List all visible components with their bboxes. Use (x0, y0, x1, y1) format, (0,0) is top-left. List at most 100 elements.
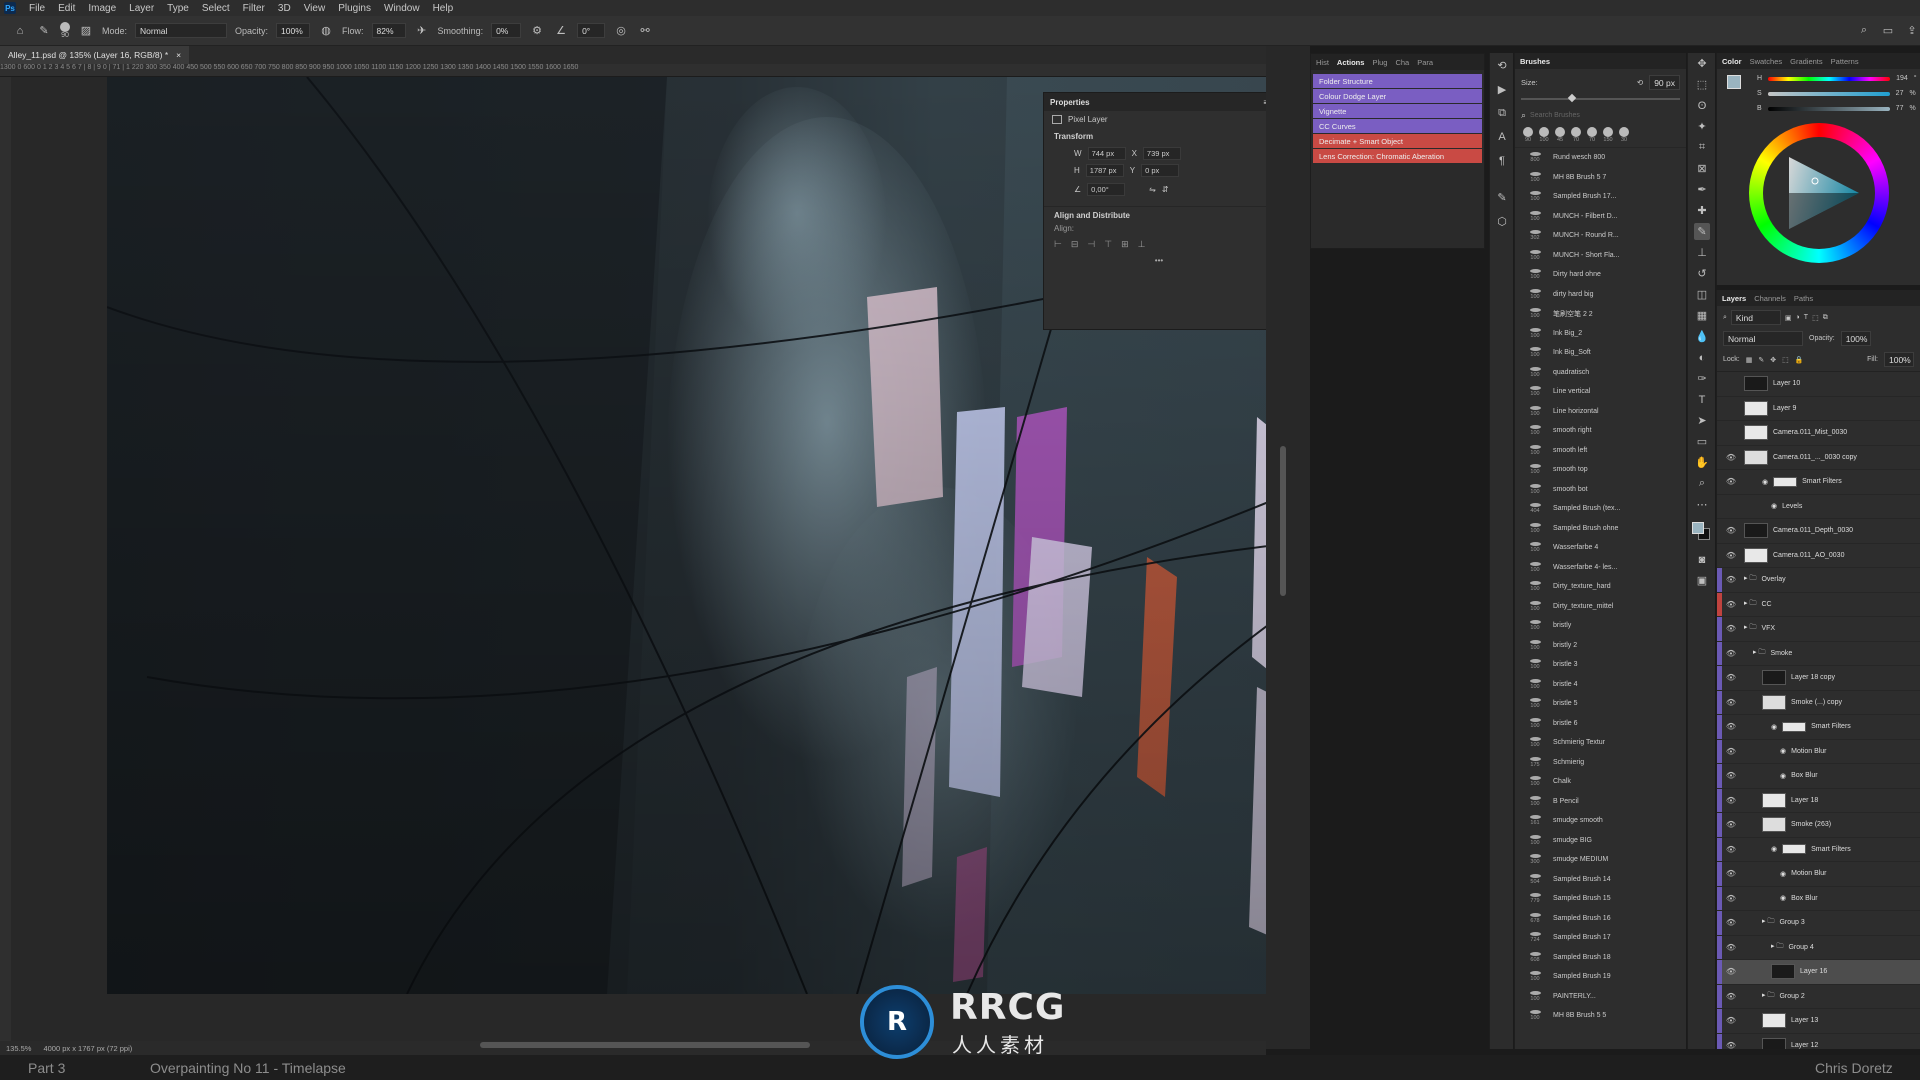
vertical-scrollbar[interactable] (1280, 446, 1286, 596)
visibility-eye-icon[interactable]: 👁 (1722, 967, 1740, 976)
3d-icon[interactable]: ⬡ (1494, 213, 1510, 229)
brush-item[interactable]: 100 Schmierig Textur (1515, 733, 1686, 753)
smart-filter-icon[interactable]: ◉ (1762, 478, 1768, 486)
layer-row[interactable]: 👁 ▸ 🗀 Group 2 (1717, 984, 1920, 1009)
layer-row[interactable]: 👁 Layer 18 (1717, 788, 1920, 813)
layer-name[interactable]: Smoke (1770, 650, 1792, 657)
pressure-size-icon[interactable]: ◎ (613, 23, 629, 39)
layer-row[interactable]: 👁 Camera.011_AO_0030 (1717, 544, 1920, 568)
brush-tool-active-icon[interactable]: ✎ (1694, 223, 1710, 240)
type-tool-icon[interactable]: T (1694, 391, 1710, 408)
tab-layers[interactable]: Layers (1722, 294, 1746, 303)
brush-item[interactable]: 100 Dirty_texture_mittel (1515, 597, 1686, 617)
brush-preset[interactable]: 45 (1555, 127, 1565, 143)
layer-name[interactable]: Motion Blur (1791, 748, 1826, 755)
layer-thumbnail[interactable] (1762, 1037, 1786, 1049)
menu-edit[interactable]: Edit (58, 3, 75, 14)
folder-icon[interactable]: ▸ 🗀 (1744, 623, 1756, 634)
layer-name[interactable]: Levels (1782, 503, 1802, 510)
brush-item[interactable]: 100 Dirty hard ohne (1515, 265, 1686, 285)
layer-thumbnail[interactable] (1744, 523, 1768, 539)
visibility-eye-icon[interactable]: 👁 (1722, 600, 1740, 609)
layer-thumbnail[interactable] (1744, 425, 1768, 441)
layer-name[interactable]: Group 2 (1779, 993, 1804, 1000)
layer-name[interactable]: Layer 16 (1800, 968, 1827, 975)
paragraph-icon[interactable]: ¶ (1494, 153, 1510, 169)
home-icon[interactable]: ⌂ (12, 23, 28, 39)
lock-position-icon[interactable]: ✥ (1770, 356, 1776, 364)
layer-row[interactable]: 👁 Smoke (263) (1717, 813, 1920, 838)
filter-shape-icon[interactable]: ⬚ (1812, 314, 1819, 322)
layer-thumbnail[interactable] (1762, 1013, 1786, 1029)
folder-icon[interactable]: ▸ 🗀 (1744, 599, 1756, 610)
filter-mask-thumbnail[interactable] (1782, 844, 1807, 855)
layer-name[interactable]: Layer 18 copy (1791, 674, 1835, 681)
canvas-area[interactable]: Properties ≡ Pixel Layer Transform W 744… (11, 77, 1266, 1041)
brush-item[interactable]: 100 quadratisch (1515, 363, 1686, 383)
saturation-value[interactable]: 27 (1896, 90, 1904, 97)
visibility-eye-icon[interactable]: 👁 (1722, 796, 1740, 805)
character-icon[interactable]: A (1494, 129, 1510, 145)
layer-row[interactable]: 👁 Camera.011_..._0030 copy (1717, 446, 1920, 470)
brush-item[interactable]: 100 smooth right (1515, 421, 1686, 441)
saturation-triangle[interactable] (1775, 149, 1863, 237)
brush-item[interactable]: 100 MH 8B Brush 5 7 (1515, 168, 1686, 188)
lock-artboard-icon[interactable]: ⬚ (1782, 356, 1789, 364)
visibility-eye-icon[interactable]: 👁 (1722, 698, 1740, 707)
layer-row[interactable]: ◉ Levels (1717, 495, 1920, 519)
layer-name[interactable]: Layer 9 (1773, 405, 1796, 412)
visibility-eye-icon[interactable]: 👁 (1722, 894, 1740, 903)
flip-vertical-icon[interactable]: ⇵ (1162, 185, 1169, 194)
align-center-icon[interactable]: ⊟ (1071, 239, 1079, 250)
folder-icon[interactable]: ▸ 🗀 (1762, 991, 1774, 1002)
layer-row[interactable]: 👁 ◉ Motion Blur (1717, 739, 1920, 764)
brush-item[interactable]: 100 Ink Big_2 (1515, 324, 1686, 344)
pen-tool-icon[interactable]: ✑ (1694, 370, 1710, 387)
brightness-value[interactable]: 77 (1896, 105, 1904, 112)
action-item[interactable]: Decimate + Smart Object (1313, 134, 1482, 149)
layer-name[interactable]: Layer 12 (1791, 1042, 1818, 1049)
layer-thumbnail[interactable] (1744, 449, 1768, 465)
menu-window[interactable]: Window (384, 3, 420, 14)
layer-thumbnail[interactable] (1744, 376, 1768, 392)
menu-help[interactable]: Help (433, 3, 454, 14)
smoothing-input[interactable]: 0% (491, 23, 522, 38)
flow-input[interactable]: 82% (371, 23, 406, 38)
brush-size-input[interactable]: 90 px (1649, 75, 1680, 90)
action-item[interactable]: Lens Correction: Chromatic Aberation (1313, 149, 1482, 164)
layer-row[interactable]: 👁 ▸ 🗀 Group 3 (1717, 911, 1920, 936)
menu-type[interactable]: Type (167, 3, 189, 14)
layer-thumbnail[interactable] (1762, 694, 1786, 710)
visibility-eye-icon[interactable]: 👁 (1722, 869, 1740, 878)
symmetry-icon[interactable]: ⚯ (637, 23, 653, 39)
layer-row[interactable]: 👁 Layer 13 (1717, 1009, 1920, 1034)
color-swatches[interactable] (1691, 519, 1713, 545)
tab-channels[interactable]: Channels (1754, 294, 1786, 303)
visibility-eye-icon[interactable]: 👁 (1722, 820, 1740, 829)
brush-item[interactable]: 100 bristle 4 (1515, 675, 1686, 695)
tab-patterns[interactable]: Patterns (1831, 57, 1859, 66)
layer-opacity-input[interactable]: 100% (1840, 331, 1871, 346)
layer-name[interactable]: Smart Filters (1811, 846, 1851, 853)
brush-item[interactable]: 504 Sampled Brush 14 (1515, 870, 1686, 890)
frame-tool-icon[interactable]: ⊠ (1694, 160, 1710, 177)
folder-icon[interactable]: ▸ 🗀 (1744, 574, 1756, 585)
layer-name[interactable]: Smoke (...) copy (1791, 699, 1842, 706)
brush-item[interactable]: 100 Ink Big_Soft (1515, 343, 1686, 363)
align-top-icon[interactable]: ⊤ (1104, 239, 1112, 250)
brush-item[interactable]: 678 Sampled Brush 16 (1515, 909, 1686, 929)
brush-item[interactable]: 100 bristly (1515, 616, 1686, 636)
search-icon[interactable]: ⌕ (1856, 23, 1872, 39)
angle-field[interactable]: 0,00° (1087, 183, 1126, 196)
visibility-eye-icon[interactable]: 👁 (1722, 1041, 1740, 1049)
brush-item[interactable]: 100 bristle 3 (1515, 655, 1686, 675)
brush-preset-picker[interactable]: 90 (60, 22, 70, 39)
brush-item[interactable]: 100 bristle 5 (1515, 694, 1686, 714)
horizontal-scrollbar[interactable] (480, 1042, 810, 1048)
action-item[interactable]: CC Curves (1313, 119, 1482, 134)
close-icon[interactable]: × (176, 50, 181, 60)
visibility-eye-icon[interactable]: 👁 (1722, 526, 1740, 535)
action-item[interactable]: Colour Dodge Layer (1313, 89, 1482, 104)
brush-item[interactable]: 100 PAINTERLY... (1515, 987, 1686, 1007)
layer-row[interactable]: 👁 ◉ Smart Filters (1717, 470, 1920, 495)
